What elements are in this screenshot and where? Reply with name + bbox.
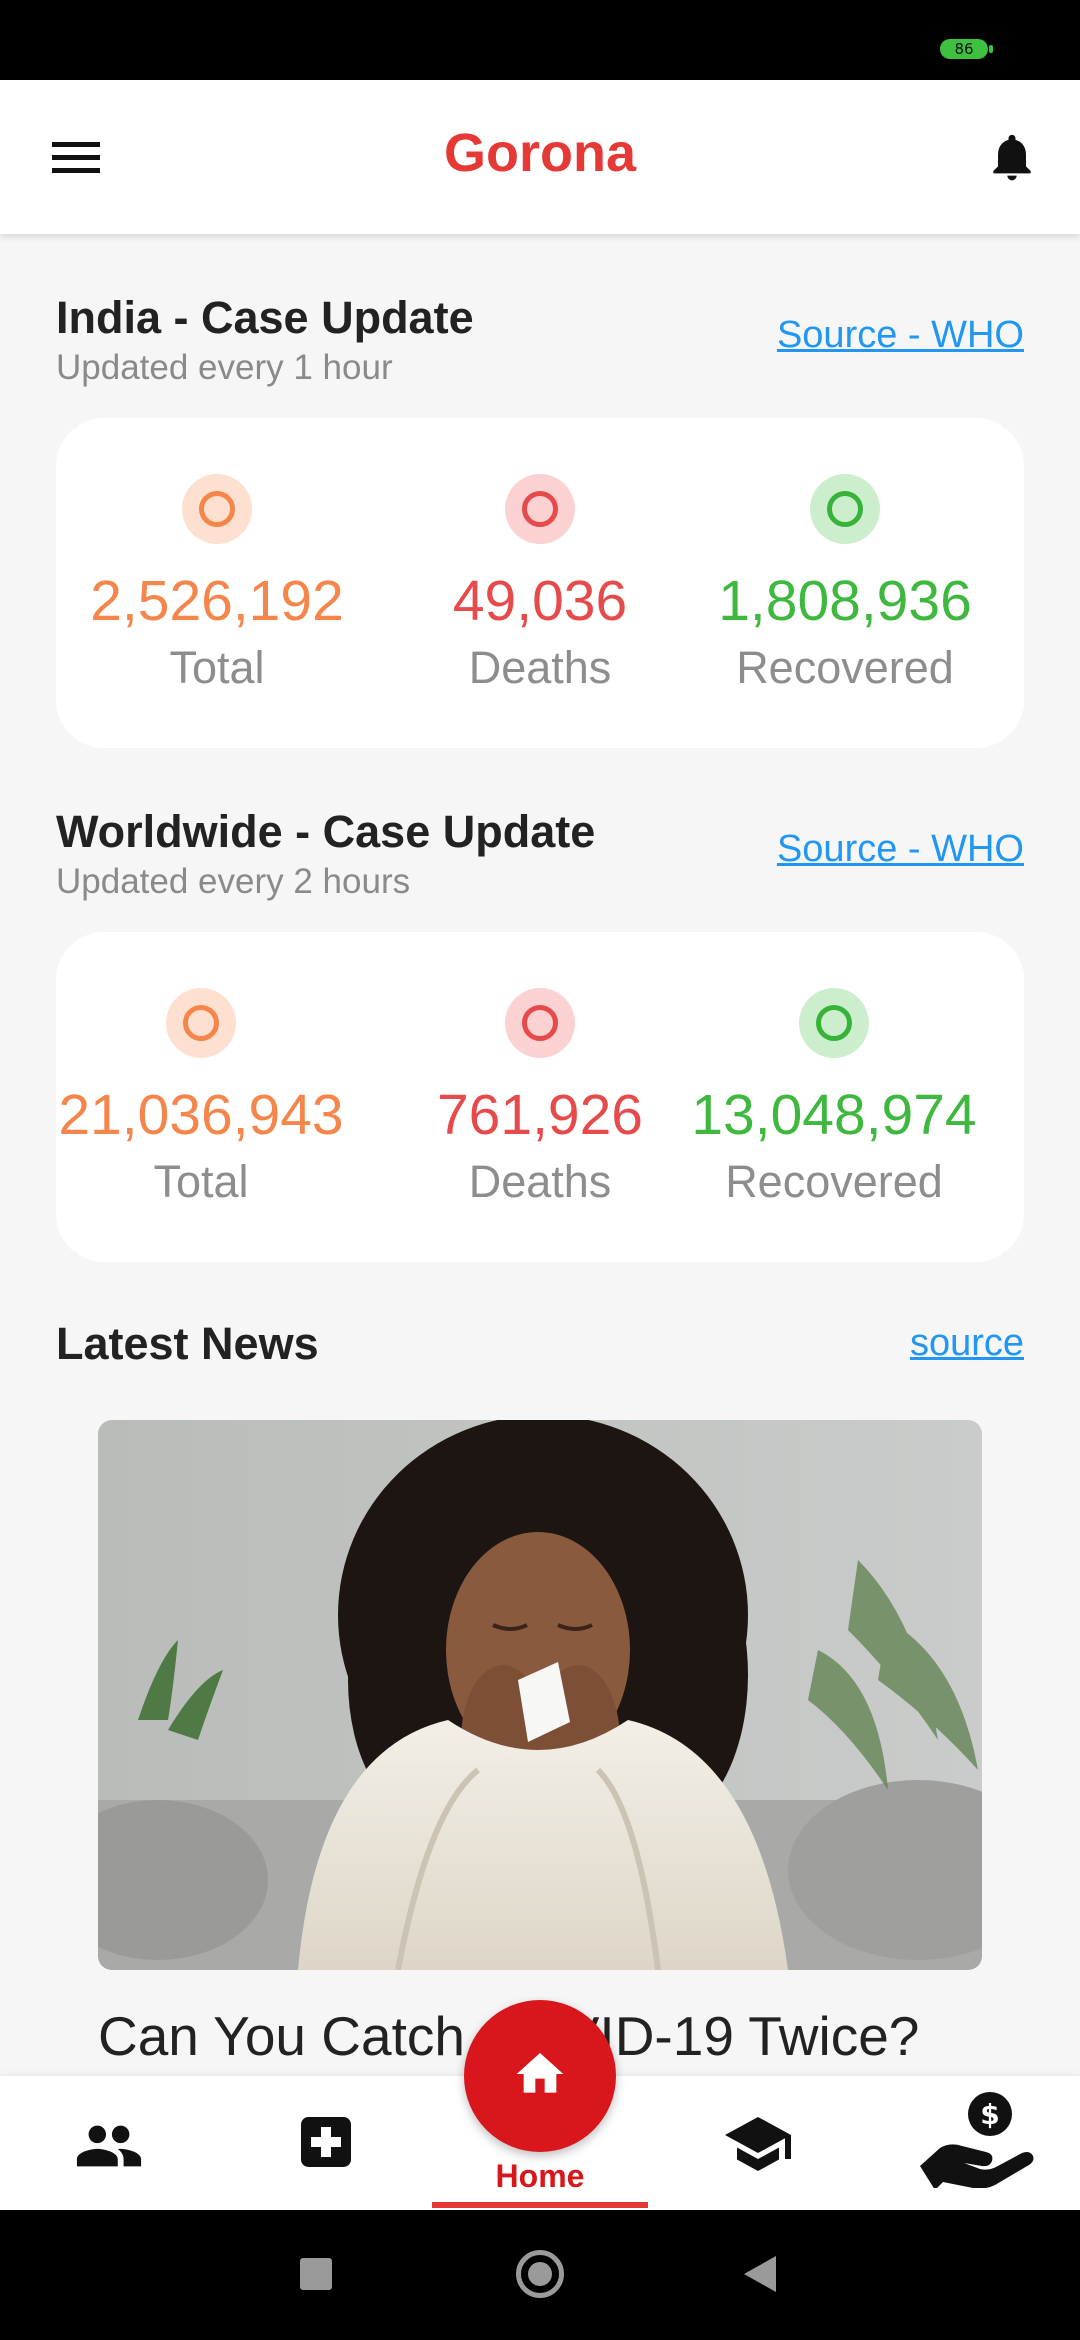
india-stats-card: 2,526,192 Total 49,036 Deaths 1,808,936 …	[56, 418, 1024, 748]
india-recovered-stat: 1,808,936 Recovered	[684, 418, 1006, 748]
nav-learn[interactable]	[710, 2076, 810, 2210]
india-deaths-value: 49,036	[452, 569, 628, 633]
news-source-link[interactable]: source	[910, 1322, 1024, 1365]
deaths-indicator-icon	[505, 474, 575, 544]
recents-icon[interactable]	[300, 2258, 332, 2290]
bell-icon[interactable]	[984, 126, 1040, 188]
home-button[interactable]	[464, 2000, 616, 2152]
india-section-header: India - Case Update Updated every 1 hour…	[56, 292, 1024, 388]
nav-donate[interactable]: $	[910, 2076, 1040, 2210]
graduation-cap-icon	[725, 2117, 791, 2171]
status-bar: 86	[0, 0, 1080, 80]
world-recovered-label: Recovered	[725, 1156, 943, 1207]
india-total-stat: 2,526,192 Total	[56, 418, 378, 748]
india-source-link[interactable]: Source - WHO	[777, 314, 1024, 357]
india-recovered-value: 1,808,936	[718, 569, 972, 633]
nav-community[interactable]	[60, 2076, 160, 2210]
total-indicator-icon	[182, 474, 252, 544]
world-section-header: Worldwide - Case Update Updated every 2 …	[56, 806, 1024, 902]
world-recovered-stat: 13,048,974 Recovered	[678, 932, 990, 1262]
recovered-indicator-icon	[799, 988, 869, 1058]
india-recovered-label: Recovered	[736, 642, 954, 693]
news-photo-illustration	[98, 1420, 982, 1970]
world-total-stat: 21,036,943 Total	[56, 932, 346, 1262]
world-stats-card: 21,036,943 Total 761,926 Deaths 13,048,9…	[56, 932, 1024, 1262]
world-total-value: 21,036,943	[58, 1083, 344, 1147]
home-circle-icon[interactable]	[516, 2250, 564, 2298]
india-total-value: 2,526,192	[90, 569, 344, 633]
world-deaths-label: Deaths	[468, 1156, 612, 1207]
india-deaths-stat: 49,036 Deaths	[379, 418, 701, 748]
people-icon	[76, 2125, 142, 2167]
nav-health[interactable]	[278, 2076, 378, 2210]
svg-text:$: $	[980, 2098, 999, 2131]
home-icon	[516, 2053, 564, 2093]
system-nav-bar	[0, 2210, 1080, 2340]
news-section-title: Latest News	[56, 1318, 319, 1369]
news-header: Latest News source	[56, 1318, 1024, 1370]
app-title: Gorona	[443, 123, 636, 183]
india-deaths-label: Deaths	[468, 642, 612, 693]
recovered-indicator-icon	[810, 474, 880, 544]
app-bar: Gorona	[0, 80, 1080, 234]
world-source-link[interactable]: Source - WHO	[777, 828, 1024, 871]
donate-hand-icon: $	[920, 2092, 1034, 2188]
deaths-indicator-icon	[505, 988, 575, 1058]
world-deaths-stat: 761,926 Deaths	[362, 932, 718, 1262]
nav-home-label[interactable]: Home	[432, 2158, 648, 2195]
world-total-label: Total	[153, 1156, 249, 1207]
back-icon[interactable]	[742, 2254, 778, 2294]
medical-cross-icon	[301, 2117, 351, 2167]
battery-icon: 86	[940, 39, 993, 59]
total-indicator-icon	[166, 988, 236, 1058]
india-total-label: Total	[169, 642, 265, 693]
news-image[interactable]	[98, 1420, 982, 1970]
world-deaths-value: 761,926	[436, 1083, 644, 1147]
nav-active-indicator	[432, 2202, 648, 2208]
world-recovered-value: 13,048,974	[691, 1083, 977, 1147]
